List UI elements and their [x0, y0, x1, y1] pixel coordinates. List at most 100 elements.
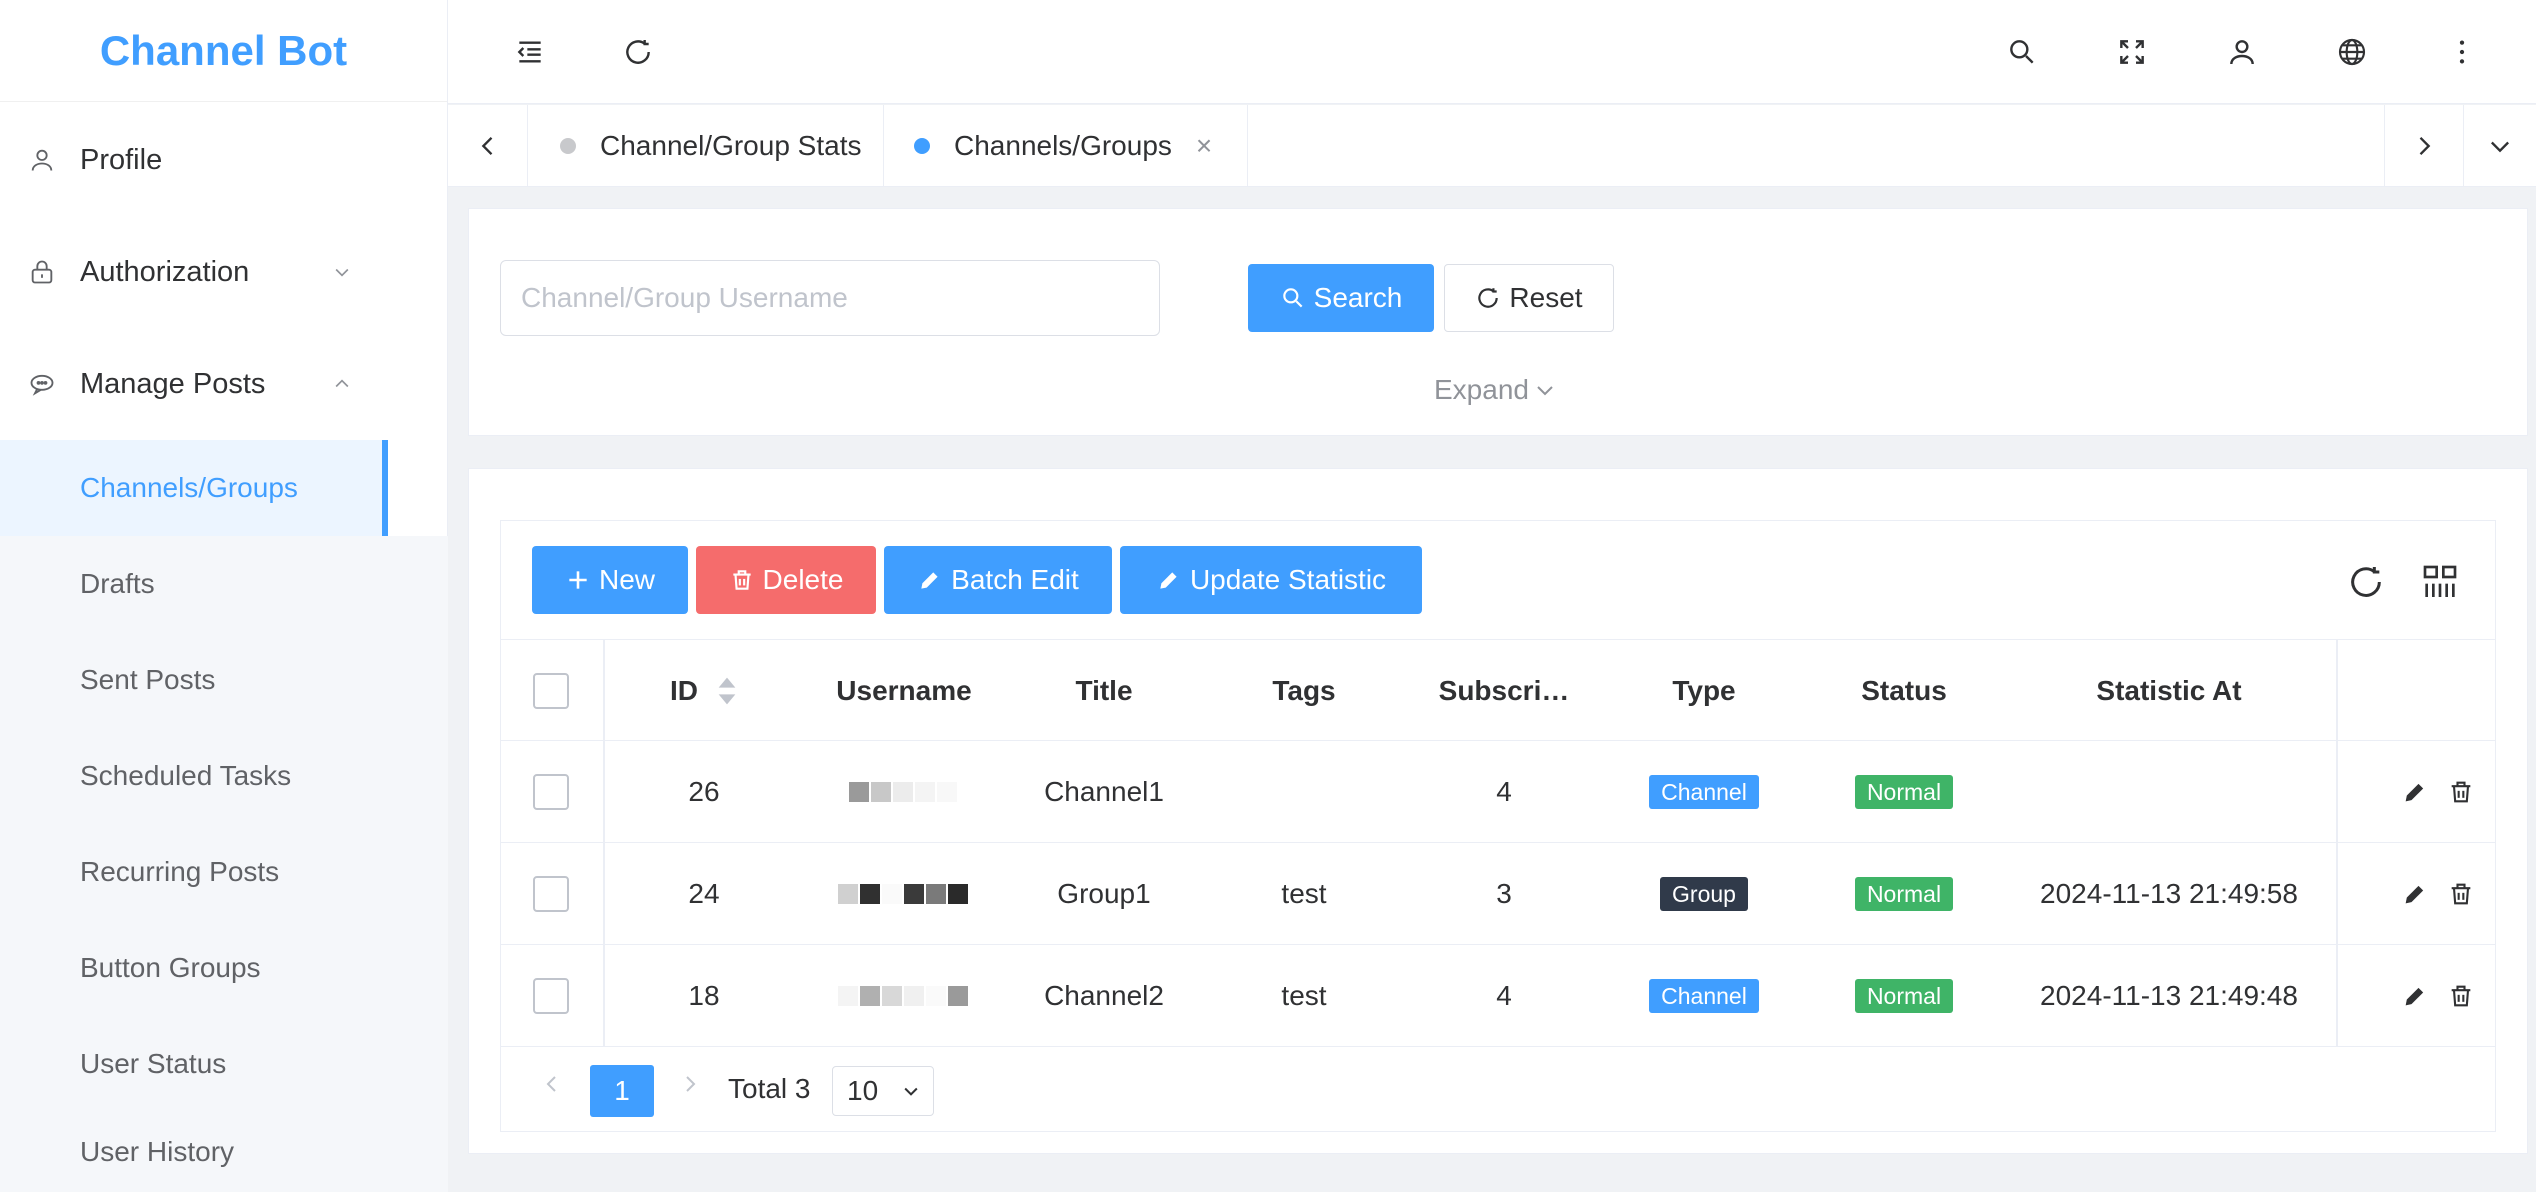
page-size-value: 10 — [847, 1075, 879, 1106]
cell-type: Channel — [1604, 945, 1804, 1047]
column-header-subscribers: Subscri… — [1404, 640, 1604, 742]
username-search-input[interactable] — [500, 260, 1160, 336]
status-badge: Normal — [1854, 775, 1954, 809]
reset-button[interactable]: Reset — [1444, 264, 1614, 332]
search-icon[interactable] — [1994, 24, 2050, 80]
column-header-type: Type — [1604, 640, 1804, 742]
trash-icon[interactable] — [2447, 880, 2475, 908]
cell-title: Group1 — [1057, 878, 1151, 909]
row-checkbox[interactable] — [533, 978, 569, 1014]
chevron-down-icon — [1537, 386, 1553, 396]
page-number-current[interactable]: 1 — [590, 1065, 654, 1117]
globe-icon[interactable] — [2324, 24, 2380, 80]
column-header-label: Status — [1861, 675, 1947, 706]
chat-icon — [30, 374, 54, 396]
cell-type: Group — [1604, 843, 1804, 945]
cell-statistic-at: 2024-11-13 21:49:48 — [2040, 980, 2298, 1011]
sidebar-subitem-label: Button Groups — [80, 952, 261, 983]
search-icon — [1282, 288, 1303, 308]
sidebar-subitem-user-status[interactable]: User Status — [0, 1016, 448, 1112]
tabs-scroll-left-icon[interactable] — [448, 105, 528, 187]
delete-button[interactable]: Delete — [696, 546, 876, 614]
update-statistic-button[interactable]: Update Statistic — [1120, 546, 1422, 614]
fullscreen-icon[interactable] — [2104, 24, 2160, 80]
close-icon[interactable]: × — [1196, 130, 1212, 162]
user-icon — [31, 149, 53, 171]
refresh-icon[interactable] — [2346, 562, 2386, 602]
table-row: 24 Group1 test 3 Group Normal 2024-11-13… — [500, 843, 2496, 945]
row-checkbox-cell — [500, 843, 602, 945]
search-button[interactable]: Search — [1248, 264, 1434, 332]
more-vertical-icon[interactable] — [2434, 24, 2490, 80]
cell-statistic-at — [2004, 741, 2334, 843]
expand-toggle[interactable]: Expand — [1434, 374, 1557, 406]
sidebar: Channel Bot Profile Authorization Manage… — [0, 0, 448, 1192]
chevron-up-icon — [335, 379, 349, 388]
column-header-username: Username — [804, 640, 1004, 742]
cell-actions — [2380, 945, 2496, 1047]
total-count: Total 3 — [728, 1073, 811, 1104]
sidebar-subitem-user-history[interactable]: User History — [0, 1112, 448, 1192]
next-page-icon[interactable] — [672, 1066, 708, 1102]
user-icon[interactable] — [2214, 24, 2270, 80]
sidebar-item-label: Manage Posts — [80, 367, 266, 400]
sidebar-subitem-drafts[interactable]: Drafts — [0, 536, 448, 632]
tab-channels-groups[interactable]: Channels/Groups × — [884, 105, 1248, 187]
column-settings-icon[interactable] — [2420, 562, 2460, 602]
column-header-label: Statistic At — [2096, 675, 2242, 706]
cell-actions — [2380, 741, 2496, 843]
page-size-select[interactable]: 10 — [832, 1066, 934, 1116]
sidebar-subitem-label: User History — [80, 1136, 235, 1167]
column-header-id[interactable]: ID — [604, 640, 804, 742]
prev-page-icon[interactable] — [534, 1066, 570, 1102]
column-header-label: ID — [670, 675, 698, 706]
refresh-icon[interactable] — [610, 24, 666, 80]
sort-icon[interactable] — [716, 676, 738, 706]
sidebar-subitem-label: Drafts — [80, 568, 155, 599]
column-header-label: Username — [836, 675, 972, 706]
sidebar-item-authorization[interactable]: Authorization — [0, 224, 448, 320]
column-header-status: Status — [1804, 640, 2004, 742]
tabs-bar: Channel/Group Stats Channels/Groups × — [448, 105, 2536, 187]
fixed-column-divider — [603, 639, 605, 1047]
sidebar-subitem-label: Sent Posts — [80, 664, 216, 695]
cell-subscribers: 4 — [1496, 980, 1512, 1011]
edit-icon[interactable] — [2401, 778, 2429, 806]
cell-status: Normal — [1804, 945, 2004, 1047]
status-badge: Normal — [1854, 877, 1954, 911]
sidebar-item-manage-posts[interactable]: Manage Posts — [0, 336, 448, 432]
tab-label: Channel/Group Stats — [600, 130, 862, 161]
sidebar-item-profile[interactable]: Profile — [0, 112, 448, 208]
sidebar-subitem-recurring-posts[interactable]: Recurring Posts — [0, 824, 448, 920]
sidebar-subitem-sent-posts[interactable]: Sent Posts — [0, 632, 448, 728]
trash-icon — [732, 570, 751, 590]
sidebar-subitem-label: User Status — [80, 1048, 227, 1079]
expand-label: Expand — [1434, 374, 1529, 405]
sidebar-subitem-channels-groups[interactable]: Channels/Groups — [0, 440, 388, 536]
edit-icon[interactable] — [2401, 982, 2429, 1010]
row-checkbox[interactable] — [533, 774, 569, 810]
refresh-icon — [1478, 288, 1499, 308]
sidebar-subitem-button-groups[interactable]: Button Groups — [0, 920, 448, 1016]
tabs-dropdown-icon[interactable] — [2464, 105, 2536, 187]
type-badge: Channel — [1649, 775, 1759, 809]
tab-channel-group-stats[interactable]: Channel/Group Stats — [530, 105, 884, 187]
row-checkbox[interactable] — [533, 876, 569, 912]
trash-icon[interactable] — [2447, 982, 2475, 1010]
new-button-label: New — [598, 564, 655, 595]
column-header-title: Title — [1004, 640, 1204, 742]
pencil-icon — [1160, 572, 1177, 589]
sidebar-subitem-scheduled-tasks[interactable]: Scheduled Tasks — [0, 728, 448, 824]
trash-icon[interactable] — [2447, 778, 2475, 806]
tabs-scroll-right-icon[interactable] — [2384, 105, 2464, 187]
sidebar-item-label: Profile — [80, 143, 163, 176]
cell-title: Channel2 — [1044, 980, 1164, 1011]
cell-username-redacted — [804, 945, 1004, 1047]
cell-tags: test — [1281, 980, 1327, 1011]
new-button[interactable]: New — [532, 546, 688, 614]
batch-edit-button[interactable]: Batch Edit — [884, 546, 1112, 614]
cell-subscribers: 3 — [1496, 878, 1512, 909]
collapse-menu-icon[interactable] — [502, 24, 558, 80]
edit-icon[interactable] — [2401, 880, 2429, 908]
select-all-checkbox[interactable] — [533, 673, 569, 709]
